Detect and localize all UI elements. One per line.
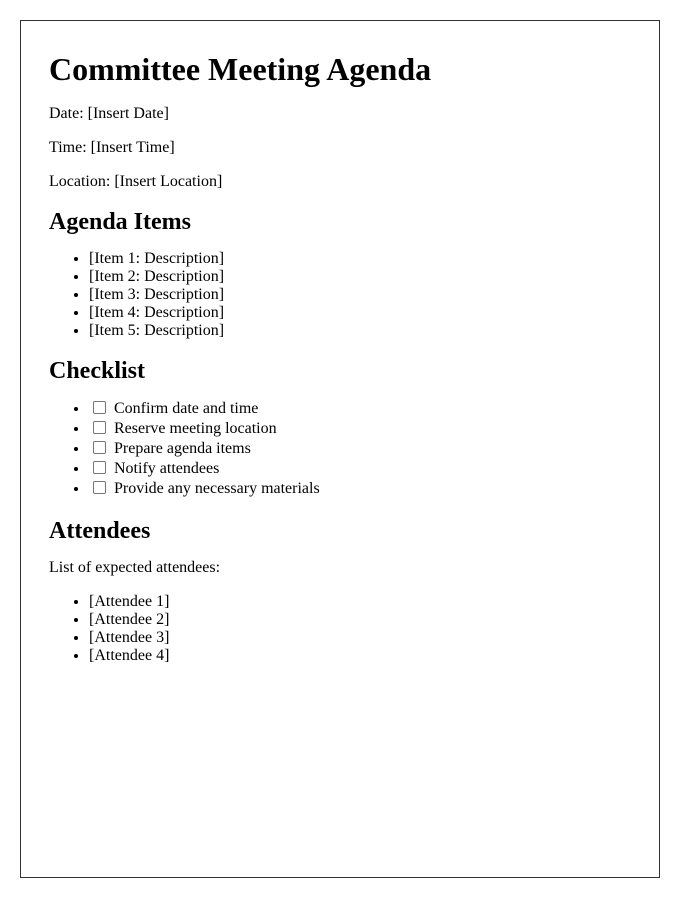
meeting-time: Time: [Insert Time] (49, 139, 175, 156)
checkbox[interactable] (93, 441, 106, 454)
checkbox[interactable] (93, 401, 106, 414)
checklist-label: Provide any necessary materials (114, 480, 320, 497)
checkbox[interactable] (93, 461, 106, 474)
agenda-heading: Agenda Items (49, 209, 191, 235)
checklist-label: Confirm date and time (114, 400, 259, 417)
attendee-item: [Attendee 1] (89, 593, 631, 611)
page-title: Committee Meeting Agenda (49, 51, 432, 87)
checklist-heading: Checklist (49, 358, 145, 384)
checklist-item: Reserve meeting location (89, 419, 631, 439)
agenda-item: [Item 3: Description] (89, 286, 631, 304)
attendee-item: [Attendee 4] (89, 647, 631, 665)
attendee-item: [Attendee 3] (89, 629, 631, 647)
meeting-location: Location: [Insert Location] (49, 173, 223, 190)
checklist-label: Prepare agenda items (114, 440, 251, 457)
checkbox[interactable] (93, 421, 106, 434)
checklist-item: Confirm date and time (89, 399, 631, 419)
agenda-list: [Item 1: Description] [Item 2: Descripti… (49, 250, 631, 340)
agenda-item: [Item 5: Description] (89, 322, 631, 340)
attendees-intro: List of expected attendees: (49, 559, 221, 576)
checkbox[interactable] (93, 481, 106, 494)
checklist-item: Prepare agenda items (89, 439, 631, 459)
checklist-label: Reserve meeting location (114, 420, 277, 437)
agenda-item: [Item 2: Description] (89, 268, 631, 286)
checklist-item: Notify attendees (89, 459, 631, 479)
checklist-label: Notify attendees (114, 460, 220, 477)
checklist: Confirm date and time Reserve meeting lo… (49, 399, 631, 499)
document-page: Committee Meeting Agenda Date: [Insert D… (20, 20, 660, 878)
attendees-heading: Attendees (49, 518, 151, 544)
checklist-item: Provide any necessary materials (89, 479, 631, 499)
meeting-date: Date: [Insert Date] (49, 105, 169, 122)
attendee-item: [Attendee 2] (89, 611, 631, 629)
agenda-item: [Item 1: Description] (89, 250, 631, 268)
agenda-item: [Item 4: Description] (89, 304, 631, 322)
attendees-list: [Attendee 1] [Attendee 2] [Attendee 3] [… (49, 593, 631, 665)
